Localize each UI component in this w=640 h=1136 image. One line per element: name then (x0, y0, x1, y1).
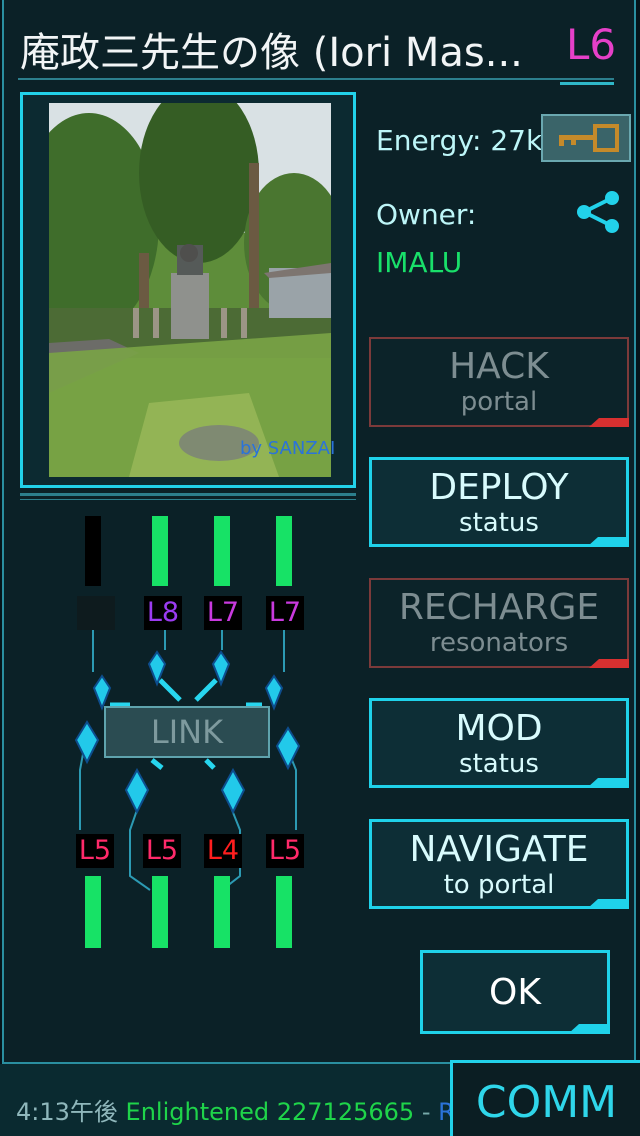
recharge-button-sublabel: resonators (429, 628, 569, 658)
ok-button-label: OK (489, 972, 541, 1013)
ok-button[interactable]: OK (420, 950, 610, 1034)
title-bar: 庵政三先生の像 (Iori Mas... L6 (0, 0, 640, 85)
share-icon[interactable] (574, 190, 622, 234)
resonator-level-bottom-2[interactable]: L5 (143, 834, 181, 868)
ok-button-corner (569, 1024, 609, 1033)
resonator-bar-bottom-1 (85, 876, 101, 948)
hack-button-sublabel: portal (460, 387, 538, 417)
resonator-level-top-3[interactable]: L7 (204, 596, 242, 630)
ticker-separator: - (421, 1098, 431, 1126)
recharge-button-label: RECHARGE (398, 587, 600, 628)
deploy-button-label: DEPLOY (429, 467, 569, 508)
portal-key-button[interactable] (541, 114, 631, 162)
ticker-faction: Enlightened (125, 1098, 270, 1126)
energy-label: Energy: (376, 124, 482, 157)
deploy-button-corner (588, 537, 628, 546)
resonator-level-top-1[interactable] (77, 596, 115, 630)
portal-photo-frame[interactable] (20, 92, 356, 488)
deploy-button[interactable]: DEPLOY status (369, 457, 629, 547)
resonator-level-bottom-1[interactable]: L5 (76, 834, 114, 868)
resonator-bar-top-4 (276, 516, 292, 586)
mod-button-corner (588, 778, 628, 787)
key-icon (559, 124, 619, 152)
resonator-level-top-4[interactable]: L7 (266, 596, 304, 630)
photo-credit: by SANZAI (240, 438, 336, 459)
hack-button[interactable]: HACK portal (369, 337, 629, 427)
photo-divider (20, 493, 356, 496)
energy-value: 27k (490, 124, 543, 157)
resonator-bar-top-3 (214, 516, 230, 586)
comm-ticker[interactable]: 4:13午後 Enlightened 227125665 - Re (16, 1092, 456, 1127)
resonator-bar-top-2 (152, 516, 168, 586)
resonator-bar-bottom-2 (152, 876, 168, 948)
resonator-bar-bottom-4 (276, 876, 292, 948)
deploy-button-sublabel: status (459, 508, 539, 538)
title-divider-accent (560, 82, 614, 85)
mod-button-label: MOD (455, 708, 543, 749)
resonator-bar-bottom-3 (214, 876, 230, 948)
navigate-button[interactable]: NAVIGATE to portal (369, 819, 629, 909)
mod-button[interactable]: MOD status (369, 698, 629, 788)
ticker-time: 4:13午後 (16, 1098, 118, 1126)
portal-level: L6 (566, 20, 617, 69)
mod-button-sublabel: status (459, 749, 539, 779)
comm-button[interactable]: COMM (450, 1060, 640, 1136)
hack-button-label: HACK (449, 346, 549, 387)
resonator-level-top-2[interactable]: L8 (144, 596, 182, 630)
navigate-button-corner (588, 899, 628, 908)
navigate-button-label: NAVIGATE (409, 829, 589, 870)
resonator-bar-top-1 (85, 516, 101, 586)
hack-button-corner (589, 418, 629, 427)
recharge-button[interactable]: RECHARGE resonators (369, 578, 629, 668)
title-divider (18, 78, 614, 80)
link-button[interactable]: LINK (104, 706, 270, 758)
recharge-button-corner (589, 659, 629, 668)
energy-readout: Energy: 27k (376, 124, 542, 157)
owner-name[interactable]: IMALU (376, 246, 462, 279)
resonator-level-bottom-4[interactable]: L5 (266, 834, 304, 868)
resonator-level-bottom-3[interactable]: L4 (204, 834, 242, 868)
portal-photo[interactable] (49, 103, 331, 477)
portal-title: 庵政三先生の像 (Iori Mas... (20, 30, 523, 76)
ticker-points: 227125665 (276, 1098, 415, 1126)
navigate-button-sublabel: to portal (443, 870, 555, 900)
owner-label: Owner: (376, 198, 477, 231)
